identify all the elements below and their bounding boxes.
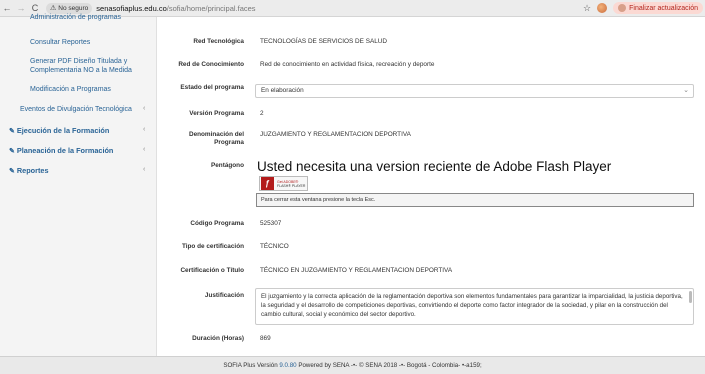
- chevron-left-icon: ‹: [143, 146, 146, 153]
- get-flash-player-link[interactable]: ƒ Get ADOBE® FLASH® PLAYER: [259, 176, 308, 191]
- footer: SOFIA Plus Versión 9.0.80 Powered by SEN…: [0, 356, 705, 374]
- denominacion-label-line: Denominación del: [188, 131, 244, 138]
- sidebar-item-planeacion[interactable]: ✎ Planeación de la Formación: [9, 146, 113, 156]
- footer-version-link[interactable]: 9.0.80: [279, 362, 296, 369]
- duracion-value: 869: [260, 335, 271, 342]
- security-label: No seguro: [58, 4, 89, 12]
- update-button[interactable]: Finalizar actualización: [613, 2, 703, 14]
- tipo-certificacion-label: Tipo de certificación: [181, 243, 244, 250]
- red-tecnologica-label: Red Tecnológica: [193, 38, 244, 45]
- update-label: Finalizar actualización: [629, 4, 698, 12]
- url-host: senasofiaplus.edu.co: [96, 3, 167, 13]
- edit-icon: ✎: [9, 148, 15, 155]
- chevron-left-icon: ‹: [143, 166, 146, 173]
- denominacion-label: Denominación del Programa: [158, 131, 244, 147]
- tipo-certificacion-value: TÉCNICO: [260, 243, 289, 250]
- edit-icon: ✎: [9, 168, 15, 175]
- edit-icon: ✎: [9, 128, 15, 135]
- codigo-label: Código Programa: [190, 220, 244, 227]
- sidebar-item-label: Planeación de la Formación: [16, 146, 114, 155]
- sidebar-item-eventos[interactable]: Eventos de Divulgación Tecnológica: [20, 105, 132, 114]
- url-text[interactable]: senasofiaplus.edu.co/sofia/home/principa…: [96, 4, 255, 13]
- chevron-left-icon: ‹: [143, 105, 146, 112]
- bookmark-star-icon[interactable]: ☆: [583, 3, 591, 14]
- version-label: Versión Programa: [189, 110, 244, 117]
- flash-badge-bottom: FLASH® PLAYER: [277, 183, 306, 188]
- red-conocimiento-label: Red de Conocimiento: [178, 61, 244, 68]
- estado-label: Estado del programa: [180, 84, 244, 91]
- pentagono-label: Pentágono: [210, 162, 244, 169]
- esc-close-notice: Para cerrar esta ventana presione la tec…: [256, 193, 694, 207]
- sidebar-item-label: Complementaria NO a la Medida: [30, 67, 132, 74]
- red-conocimiento-value: Red de conocimiento en actividad física,…: [260, 61, 435, 68]
- estado-select[interactable]: En elaboración ⌄: [255, 84, 694, 98]
- justificacion-textarea[interactable]: El juzgamiento y la correcta aplicación …: [255, 288, 694, 325]
- back-button[interactable]: ←: [0, 0, 14, 17]
- sidebar-item-administracion[interactable]: Administración de programas: [30, 13, 121, 22]
- red-tecnologica-value: TECNOLOGÍAS DE SERVICIOS DE SALUD: [260, 38, 388, 45]
- chevron-down-icon: ⌄: [683, 87, 689, 94]
- denominacion-label-line: Programa: [214, 139, 244, 146]
- estado-selected-value: En elaboración: [261, 87, 304, 94]
- avatar-icon: [618, 4, 627, 12]
- sidebar-item-consultar-reportes[interactable]: Consultar Reportes: [30, 38, 90, 47]
- textarea-scrollbar[interactable]: [689, 291, 692, 303]
- certificacion-value: TÉCNICO EN JUZGAMIENTO Y REGLAMENTACION …: [260, 267, 453, 274]
- denominacion-value: JUZGAMIENTO Y REGLAMENTACION DEPORTIVA: [260, 131, 411, 138]
- sidebar-item-ejecucion[interactable]: ✎ Ejecución de la Formación: [9, 126, 109, 136]
- forward-button[interactable]: →: [14, 0, 28, 17]
- url-path: /sofia/home/principal.faces: [166, 3, 256, 13]
- footer-prefix: SOFIA Plus Versión: [223, 362, 280, 369]
- certificacion-label: Certificación o Título: [180, 267, 244, 274]
- profile-icon[interactable]: [597, 3, 608, 13]
- chevron-left-icon: ‹: [143, 126, 146, 133]
- sidebar-item-label: Reportes: [16, 166, 49, 175]
- codigo-value: 525307: [260, 220, 282, 227]
- footer-suffix: Powered by SENA -•- © SENA 2018 -•- Bogo…: [296, 362, 482, 369]
- justificacion-label: Justificación: [204, 292, 244, 299]
- justificacion-text: El juzgamiento y la correcta aplicación …: [261, 293, 683, 318]
- sidebar-item-reportes[interactable]: ✎ Reportes: [9, 166, 49, 176]
- flash-badge-text: Get ADOBE® FLASH® PLAYER: [277, 180, 305, 188]
- program-detail-form: Red Tecnológica TECNOLOGÍAS DE SERVICIOS…: [158, 17, 705, 356]
- sidebar-item-modificacion[interactable]: Modificación a Programas: [30, 85, 111, 94]
- security-indicator[interactable]: ⚠ No seguro: [46, 2, 93, 14]
- sidebar: Administración de programas Consultar Re…: [0, 14, 157, 356]
- flash-required-message: Usted necesita una version reciente de A…: [257, 159, 612, 174]
- flash-logo-icon: ƒ: [261, 177, 274, 190]
- sidebar-item-label: Generar PDF Diseño Titulada y: [30, 58, 128, 65]
- version-value: 2: [260, 110, 264, 117]
- sidebar-item-label: Ejecución de la Formación: [16, 126, 110, 135]
- duracion-label: Duración (Horas): [192, 335, 244, 342]
- sidebar-item-generar-pdf[interactable]: Generar PDF Diseño Titulada y Complement…: [30, 57, 132, 75]
- warning-icon: ⚠: [50, 5, 57, 12]
- address-bar[interactable]: ⚠ No seguro senasofiaplus.edu.co/sofia/h…: [46, 2, 583, 15]
